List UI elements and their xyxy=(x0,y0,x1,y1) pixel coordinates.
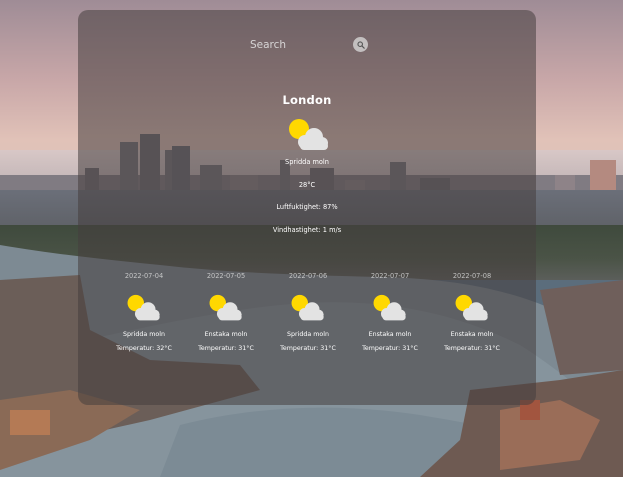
forecast-date: 2022-07-07 xyxy=(370,272,410,280)
forecast-description: Enstaka moln xyxy=(368,331,412,338)
forecast-temperature: Temperatur: 31°C xyxy=(280,345,336,352)
sun-behind-cloud-icon xyxy=(287,294,329,322)
sun-behind-cloud-icon xyxy=(369,294,411,322)
forecast-temperature: Temperatur: 31°C xyxy=(198,345,254,352)
forecast-day: 2022-07-08 Enstaka moln Temperatur: 31°C xyxy=(431,272,513,352)
forecast-day: 2022-07-06 Spridda moln Temperatur: 31°C xyxy=(267,272,349,352)
forecast-day: 2022-07-07 Enstaka moln Temperatur: 31°C xyxy=(349,272,431,352)
search-input[interactable] xyxy=(238,39,360,51)
sun-behind-cloud-icon xyxy=(451,294,493,322)
search-button[interactable] xyxy=(353,37,368,52)
forecast-temperature: Temperatur: 31°C xyxy=(362,345,418,352)
forecast-temperature: Temperatur: 31°C xyxy=(444,345,500,352)
forecast-description: Spridda moln xyxy=(123,331,165,338)
forecast-date: 2022-07-04 xyxy=(124,272,164,280)
city-name: London xyxy=(282,93,332,107)
current-description: Spridda moln xyxy=(285,158,329,166)
forecast-temperature: Temperatur: 32°C xyxy=(116,345,172,352)
forecast-day: 2022-07-04 Spridda moln Temperatur: 32°C xyxy=(103,272,185,352)
forecast-description: Spridda moln xyxy=(287,331,329,338)
forecast-date: 2022-07-08 xyxy=(452,272,492,280)
current-humidity: Luftfuktighet: 87% xyxy=(276,203,338,211)
forecast-description: Enstaka moln xyxy=(204,331,248,338)
current-temperature: 28°C xyxy=(298,181,316,189)
forecast-list: 2022-07-04 Spridda moln Temperatur: 32°C… xyxy=(78,272,536,372)
forecast-date: 2022-07-05 xyxy=(206,272,246,280)
forecast-day: 2022-07-05 Enstaka moln Temperatur: 31°C xyxy=(185,272,267,352)
sun-behind-cloud-icon xyxy=(123,294,165,322)
sun-behind-cloud-icon xyxy=(205,294,247,322)
forecast-date: 2022-07-06 xyxy=(288,272,328,280)
forecast-description: Enstaka moln xyxy=(450,331,494,338)
search-icon xyxy=(356,40,365,49)
sun-behind-cloud-icon xyxy=(287,118,331,156)
current-wind: Vindhastighet: 1 m/s xyxy=(272,226,342,234)
weather-panel: London Spridda moln 28°C Luftfuktighet: … xyxy=(78,10,536,405)
